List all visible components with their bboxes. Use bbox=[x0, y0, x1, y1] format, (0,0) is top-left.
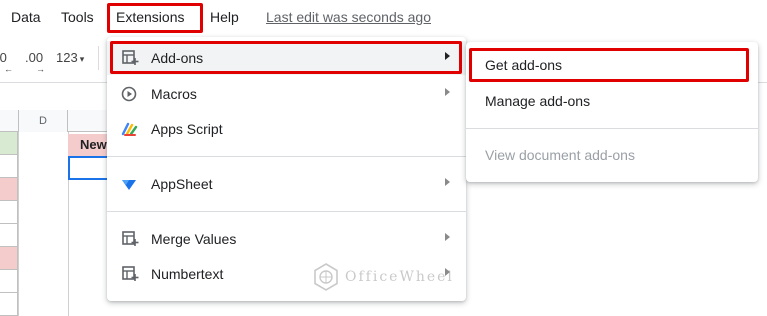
get-add-ons-highlight-box bbox=[469, 48, 749, 82]
menu-item-merge-values[interactable]: Merge Values bbox=[107, 222, 466, 256]
menu-item-label: Apps Script bbox=[151, 121, 223, 137]
officewheel-logo-icon bbox=[314, 263, 338, 291]
row-header-cell[interactable] bbox=[0, 178, 18, 201]
submenu-arrow-icon bbox=[445, 88, 450, 96]
row-header-cell[interactable] bbox=[0, 293, 18, 316]
menu-item-label: Numbertext bbox=[151, 266, 224, 282]
appsheet-icon bbox=[121, 176, 139, 192]
menu-data[interactable]: Data bbox=[11, 9, 41, 25]
column-header-d[interactable]: D bbox=[18, 110, 68, 132]
submenu-separator bbox=[466, 128, 758, 129]
extensions-menu: Add-ons Macros Apps Script AppSheet Merg… bbox=[107, 37, 466, 301]
watermark-text: OfficeWheel bbox=[345, 269, 454, 285]
menu-item-label: AppSheet bbox=[151, 176, 213, 192]
menu-item-label: Macros bbox=[151, 86, 197, 102]
apps-script-icon bbox=[121, 121, 139, 137]
row-header-cell[interactable] bbox=[0, 155, 18, 178]
addon-grid-icon bbox=[121, 266, 139, 282]
caret-down-icon: ▾ bbox=[79, 54, 85, 64]
menu-separator bbox=[107, 156, 466, 157]
increase-decimal-button[interactable]: .00 → bbox=[25, 50, 45, 74]
toolbar-separator bbox=[98, 46, 99, 70]
last-edit-link[interactable]: Last edit was seconds ago bbox=[266, 9, 431, 25]
submenu-item-label: View document add-ons bbox=[485, 147, 635, 163]
increase-decimal-label: .00 bbox=[25, 50, 44, 65]
menu-tools[interactable]: Tools bbox=[61, 9, 94, 25]
macros-icon bbox=[121, 86, 139, 102]
row-header-cell[interactable] bbox=[0, 270, 18, 293]
submenu-arrow-icon bbox=[445, 178, 450, 186]
addon-grid-icon bbox=[121, 231, 139, 247]
row-header-cell[interactable] bbox=[0, 247, 18, 270]
submenu-arrow-icon bbox=[445, 233, 450, 241]
more-formats-button[interactable]: 123 ▾ bbox=[56, 50, 84, 65]
row-header-cell[interactable] bbox=[0, 201, 18, 224]
menu-item-apps-script[interactable]: Apps Script bbox=[107, 112, 466, 146]
add-ons-highlight-box bbox=[110, 41, 462, 74]
submenu-item-view-document-add-ons: View document add-ons bbox=[466, 139, 758, 173]
menu-item-appsheet[interactable]: AppSheet bbox=[107, 167, 466, 201]
row-header-cell[interactable] bbox=[0, 132, 18, 155]
menu-separator bbox=[107, 211, 466, 212]
menu-item-macros[interactable]: Macros bbox=[107, 77, 466, 111]
arrow-left-icon: ← bbox=[4, 64, 13, 74]
menu-item-label: Merge Values bbox=[151, 231, 237, 247]
arrow-right-icon: → bbox=[36, 64, 45, 74]
submenu-item-manage-add-ons[interactable]: Manage add-ons bbox=[466, 85, 758, 119]
decrease-decimal-button[interactable]: .0← bbox=[0, 50, 13, 74]
extensions-highlight-box bbox=[107, 3, 203, 33]
row-header-cell[interactable] bbox=[0, 224, 18, 247]
grid-line bbox=[18, 132, 19, 316]
menu-help[interactable]: Help bbox=[210, 9, 239, 25]
decrease-decimal-label: .0 bbox=[0, 50, 7, 65]
more-formats-label: 123 bbox=[56, 50, 78, 65]
submenu-item-label: Manage add-ons bbox=[485, 93, 591, 109]
